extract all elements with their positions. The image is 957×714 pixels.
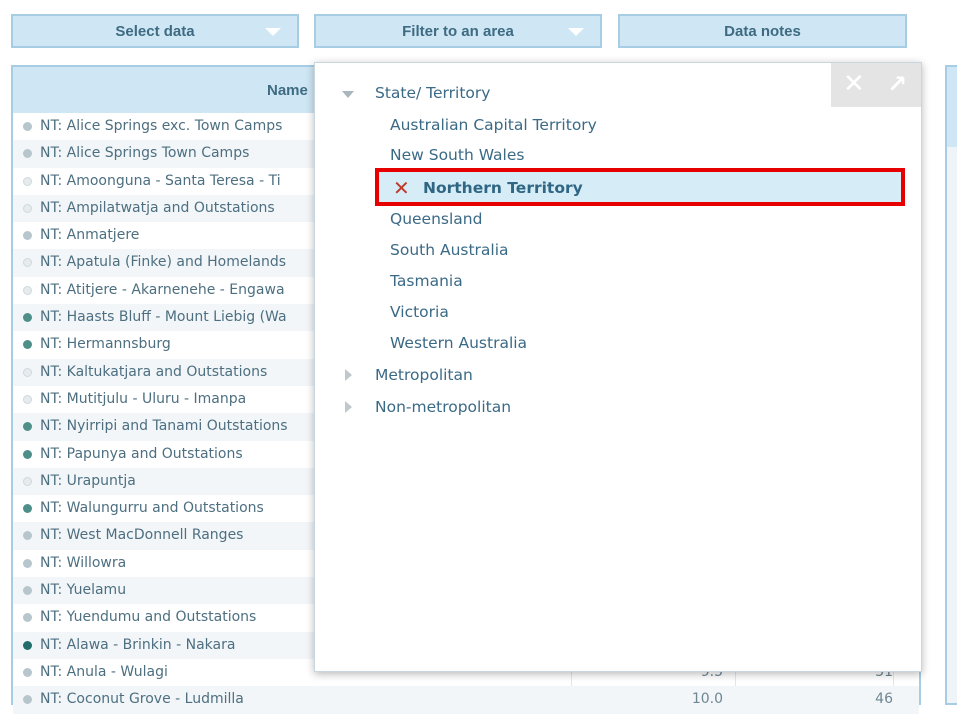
row-name: NT: Urapuntja — [40, 472, 136, 489]
map-panel[interactable] — [945, 65, 957, 705]
select-data-label: Select data — [115, 22, 195, 40]
tree-item-sa[interactable]: South Australia — [390, 241, 509, 259]
row-name: NT: Yuelamu — [40, 582, 127, 599]
legend-dot-icon — [23, 667, 32, 677]
legend-dot-icon — [23, 231, 32, 241]
legend-dot-icon — [23, 258, 32, 268]
tree-item-vic[interactable]: Victoria — [390, 303, 449, 321]
row-name: NT: Apatula (Finke) and Homelands — [40, 254, 287, 271]
remove-x-icon[interactable]: ✕ — [393, 176, 410, 200]
row-name: NT: Walungurru and Outstations — [40, 500, 264, 517]
filter-area-button[interactable]: Filter to an area — [314, 14, 602, 48]
chevron-down-icon — [265, 28, 281, 36]
tree-node-non-metropolitan[interactable]: Non-metropolitan — [345, 398, 511, 416]
tree-item-northern-territory-selected[interactable]: ✕ Northern Territory — [375, 168, 905, 206]
row-name: NT: Nyirripi and Tanami Outstations — [40, 418, 288, 435]
panel-toolbar: ✕ ↗ — [831, 63, 921, 107]
expand-icon[interactable]: ↗ — [887, 71, 907, 97]
legend-dot-icon — [23, 313, 32, 323]
legend-dot-icon — [23, 203, 32, 213]
row-name: NT: Anula - Wulagi — [40, 663, 168, 680]
tree-item-wa[interactable]: Western Australia — [390, 334, 527, 352]
row-name: NT: West MacDonnell Ranges — [40, 527, 244, 544]
filter-area-label: Filter to an area — [402, 22, 514, 40]
legend-dot-icon — [23, 394, 32, 404]
tree-node-metropolitan[interactable]: Metropolitan — [345, 366, 473, 384]
close-icon[interactable]: ✕ — [843, 71, 865, 97]
name-column-header[interactable]: Name — [267, 82, 308, 99]
legend-dot-icon — [23, 149, 32, 159]
row-name: NT: Atitjere - Akarnenehe - Engawa — [40, 281, 285, 298]
row-name: NT: Haasts Bluff - Mount Liebig (Wa — [40, 309, 287, 326]
chevron-down-icon — [568, 28, 584, 36]
map-header — [947, 67, 957, 147]
legend-dot-icon — [23, 586, 32, 596]
data-notes-button[interactable]: Data notes — [618, 14, 907, 48]
legend-dot-icon — [23, 558, 32, 568]
select-data-button[interactable]: Select data — [11, 14, 299, 48]
data-notes-label: Data notes — [724, 22, 801, 40]
row-name: NT: Alice Springs Town Camps — [40, 145, 250, 162]
legend-dot-icon — [23, 285, 32, 295]
row-count: 46 — [875, 691, 893, 708]
legend-dot-icon — [23, 122, 32, 131]
row-value: 10.0 — [691, 691, 723, 708]
row-name: NT: Ampilatwatja and Outstations — [40, 199, 275, 216]
row-name: NT: Anmatjere — [40, 227, 140, 244]
filter-dropdown-panel: ✕ ↗ State/ Territory Australian Capital … — [314, 62, 922, 672]
legend-dot-icon — [23, 476, 32, 486]
tree-node-state-territory[interactable]: State/ Territory — [342, 84, 490, 102]
row-name: NT: Hermannsburg — [40, 336, 171, 353]
row-name: NT: Mutitjulu - Uluru - Imanpa — [40, 390, 247, 407]
legend-dot-icon — [23, 422, 32, 432]
row-name: NT: Coconut Grove - Ludmilla — [40, 691, 244, 708]
caret-down-icon — [342, 91, 354, 98]
legend-dot-icon — [23, 504, 32, 514]
row-name: NT: Alawa - Brinkin - Nakara — [40, 636, 236, 653]
caret-right-icon — [345, 369, 352, 381]
legend-dot-icon — [23, 340, 32, 350]
legend-dot-icon — [23, 613, 32, 623]
row-name: NT: Papunya and Outstations — [40, 445, 243, 462]
legend-dot-icon — [23, 176, 32, 186]
row-name: NT: Willowra — [40, 554, 127, 571]
tree-item-act[interactable]: Australian Capital Territory — [390, 116, 597, 134]
legend-dot-icon — [23, 640, 32, 650]
row-name: NT: Alice Springs exc. Town Camps — [40, 118, 283, 134]
legend-dot-icon — [23, 449, 32, 459]
tree-item-qld[interactable]: Queensland — [390, 210, 482, 228]
legend-dot-icon — [23, 367, 32, 377]
caret-right-icon — [345, 401, 352, 413]
row-name: NT: Kaltukatjara and Outstations — [40, 363, 268, 380]
row-name: NT: Amoonguna - Santa Teresa - Ti — [40, 172, 281, 189]
tree-item-tas[interactable]: Tasmania — [390, 272, 463, 290]
legend-dot-icon — [23, 531, 32, 541]
row-name: NT: Yuendumu and Outstations — [40, 609, 257, 626]
tree-item-nsw[interactable]: New South Wales — [390, 146, 524, 164]
